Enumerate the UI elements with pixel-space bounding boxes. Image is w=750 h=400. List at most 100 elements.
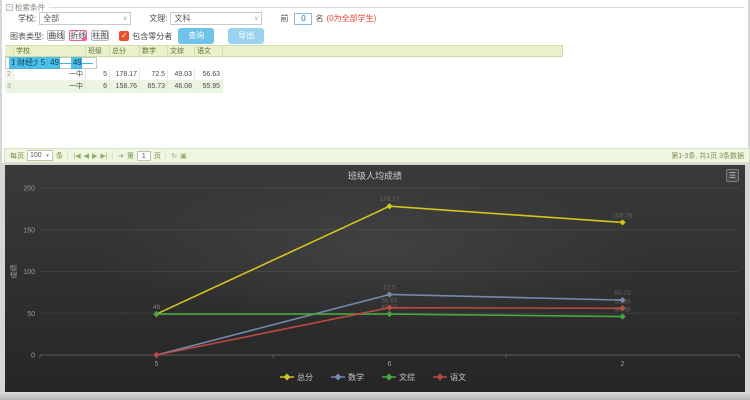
col-header-class[interactable]: 班级 bbox=[86, 45, 110, 57]
top-n-hint: (0为全部学生) bbox=[326, 13, 376, 24]
table-cell: 49 bbox=[48, 57, 60, 69]
expand-icon[interactable]: ▣ bbox=[180, 152, 187, 160]
table-cell bbox=[82, 63, 93, 64]
pager-first-icon[interactable]: |◀ bbox=[73, 152, 80, 160]
table-cell: 56.63 bbox=[195, 69, 223, 81]
query-button[interactable]: 查询 bbox=[178, 28, 214, 44]
svg-text:150: 150 bbox=[23, 227, 35, 234]
search-form-row-2: 图表类型: 曲线折线柱图 ✓ 包含零分者 查询 导出 bbox=[10, 28, 264, 44]
table-cell: 3 bbox=[5, 81, 14, 93]
svg-text:6: 6 bbox=[388, 361, 392, 368]
table-cell: 72.5 bbox=[140, 69, 168, 81]
svg-text:56.63: 56.63 bbox=[381, 298, 398, 305]
top-n-suffix-label: 名 bbox=[315, 13, 323, 24]
chart-type-label: 图表类型: bbox=[10, 31, 44, 42]
grid-pager: 每页 100 ▼ 条 │ |◀ ◀ ▶ ▶| │ ➔ 第 1 页 │ ↻ ▣ bbox=[4, 148, 750, 163]
col-header-wenzong[interactable]: 文综 bbox=[168, 45, 195, 57]
svg-text:49: 49 bbox=[153, 304, 161, 311]
per-page-unit-label: 条 bbox=[56, 151, 63, 161]
svg-text:72.5: 72.5 bbox=[383, 284, 396, 291]
col-header-math[interactable]: 数学 bbox=[140, 45, 168, 57]
chevron-down-icon: ∨ bbox=[254, 15, 258, 22]
score-line-chart: 班级人均成绩 ☰ 05010015020056249178.17158.7672… bbox=[5, 165, 745, 392]
chart-type-button[interactable]: 柱图 bbox=[91, 30, 109, 41]
svg-text:2: 2 bbox=[621, 361, 625, 368]
svg-text:200: 200 bbox=[23, 186, 35, 193]
svg-text:总分: 总分 bbox=[297, 372, 313, 382]
stream-label: 文理: bbox=[149, 13, 167, 24]
chart-plot-area: 05010015020056249178.17158.7672.565.7349… bbox=[5, 165, 745, 392]
chevron-down-icon: ∨ bbox=[123, 15, 127, 22]
table-cell: 49 bbox=[71, 57, 82, 69]
page-number-input[interactable]: 1 bbox=[137, 151, 151, 161]
school-select-value: 全部 bbox=[43, 13, 59, 24]
chart-type-button-group: 曲线折线柱图 bbox=[47, 30, 113, 42]
collapse-icon[interactable]: - bbox=[6, 4, 13, 11]
table-cell: 6 bbox=[86, 81, 110, 93]
svg-text:100: 100 bbox=[23, 269, 35, 276]
svg-text:数学: 数学 bbox=[348, 372, 364, 382]
svg-text:55.95: 55.95 bbox=[614, 298, 631, 305]
pager-last-icon[interactable]: ▶| bbox=[100, 152, 107, 160]
chart-type-button[interactable]: 折线 bbox=[69, 30, 87, 41]
include-zero-checkbox[interactable]: ✓ bbox=[119, 31, 129, 41]
per-page-label: 每页 bbox=[10, 151, 24, 161]
pager-prev-icon[interactable]: ◀ bbox=[84, 152, 89, 160]
page-prefix-label: 第 bbox=[127, 151, 134, 161]
search-and-grid-panel: - 检索条件 学校: 全部 ∨ 文理: 文科 ∨ 前 0 名 (0为全部学生) … bbox=[2, 0, 748, 163]
svg-text:语文: 语文 bbox=[450, 372, 466, 382]
chart-menu-icon[interactable]: ☰ bbox=[726, 169, 739, 182]
svg-text:5: 5 bbox=[155, 361, 159, 368]
grid-header-row: 学校 班级 总分 数学 文综 语文 bbox=[5, 45, 563, 57]
chart-title: 班级人均成绩 bbox=[5, 169, 745, 182]
fieldset-divider bbox=[49, 7, 744, 8]
table-cell: 一中 bbox=[14, 69, 86, 81]
stream-select[interactable]: 文科 ∨ bbox=[170, 12, 262, 25]
table-cell: 65.73 bbox=[140, 81, 168, 93]
grid-body: 1财经大学附中工学院549492一中5178.1772.549.0356.633… bbox=[5, 57, 563, 93]
svg-text:50: 50 bbox=[27, 311, 35, 318]
school-select[interactable]: 全部 ∨ bbox=[39, 12, 131, 25]
table-row[interactable]: 1财经大学附中工学院54949 bbox=[5, 57, 97, 69]
table-row[interactable]: 2一中5178.1772.549.0356.63 bbox=[5, 69, 563, 81]
chevron-down-icon: ▼ bbox=[45, 153, 50, 159]
row-number-header bbox=[5, 45, 14, 57]
svg-text:成绩: 成绩 bbox=[9, 265, 18, 279]
table-cell: 55.95 bbox=[195, 81, 223, 93]
window-bottom-edge bbox=[0, 392, 750, 400]
export-button[interactable]: 导出 bbox=[228, 28, 264, 44]
per-page-value: 100 bbox=[30, 152, 42, 159]
table-cell bbox=[60, 63, 71, 64]
stream-select-value: 文科 bbox=[174, 13, 190, 24]
table-row[interactable]: 3一中6158.7665.7346.0855.95 bbox=[5, 81, 563, 93]
page-suffix-label: 页 bbox=[154, 151, 161, 161]
svg-text:文综: 文综 bbox=[399, 372, 415, 382]
table-cell: 49.03 bbox=[168, 69, 195, 81]
top-n-input[interactable]: 0 bbox=[294, 13, 312, 25]
pager-status-text: 第1-3条, 共1页 3条数据 bbox=[671, 151, 744, 161]
table-cell: 46.08 bbox=[168, 81, 195, 93]
refresh-icon[interactable]: ↻ bbox=[171, 152, 177, 160]
table-cell: 财经大学附中工学院 bbox=[15, 57, 38, 69]
app-window: - 检索条件 学校: 全部 ∨ 文理: 文科 ∨ 前 0 名 (0为全部学生) … bbox=[0, 0, 750, 400]
table-cell: 2 bbox=[5, 69, 14, 81]
col-header-school[interactable]: 学校 bbox=[14, 45, 86, 57]
table-cell: 178.17 bbox=[110, 69, 140, 81]
top-n-prefix-label: 前 bbox=[280, 13, 288, 24]
chart-type-button[interactable]: 曲线 bbox=[47, 30, 65, 41]
include-zero-label: 包含零分者 bbox=[132, 31, 172, 42]
col-header-total[interactable]: 总分 bbox=[110, 45, 140, 57]
table-cell: 一中 bbox=[14, 81, 86, 93]
pager-go-icon[interactable]: ➔ bbox=[118, 152, 124, 160]
table-cell: 5 bbox=[86, 69, 110, 81]
svg-text:178.17: 178.17 bbox=[380, 196, 400, 203]
svg-text:0: 0 bbox=[31, 353, 35, 360]
header-filler bbox=[223, 45, 563, 57]
school-label: 学校: bbox=[18, 13, 36, 24]
table-cell: 5 bbox=[38, 57, 48, 69]
search-form-row-1: 学校: 全部 ∨ 文理: 文科 ∨ 前 0 名 (0为全部学生) bbox=[18, 12, 376, 25]
svg-text:158.76: 158.76 bbox=[613, 212, 633, 219]
col-header-chinese[interactable]: 语文 bbox=[195, 45, 223, 57]
pager-next-icon[interactable]: ▶ bbox=[92, 152, 97, 160]
per-page-select[interactable]: 100 ▼ bbox=[27, 150, 53, 161]
